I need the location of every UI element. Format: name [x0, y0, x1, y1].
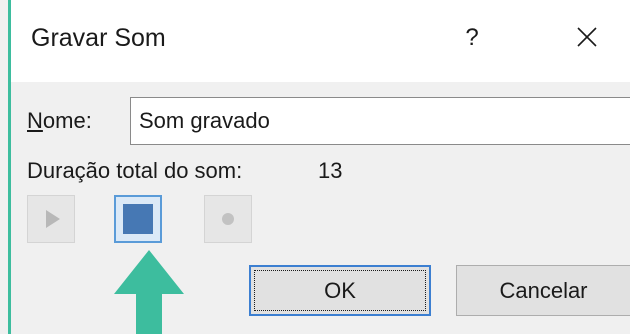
record-button[interactable] — [204, 195, 252, 243]
ok-button[interactable]: OK — [249, 265, 431, 316]
duration-label: Duração total do som: — [27, 158, 243, 183]
stop-icon — [123, 204, 153, 234]
name-label-text: ome: — [42, 108, 92, 133]
cancel-button-label: Cancelar — [499, 277, 588, 303]
close-icon — [577, 27, 597, 47]
title-bar: Gravar Som ? — [11, 0, 630, 82]
name-label: Nome: — [27, 108, 92, 134]
play-icon — [46, 210, 60, 228]
name-label-accesskey: N — [27, 108, 43, 133]
close-button[interactable] — [572, 22, 602, 52]
dialog-title: Gravar Som — [31, 24, 166, 52]
focus-ring — [254, 270, 426, 311]
stop-button[interactable] — [114, 195, 162, 243]
cancel-button[interactable]: Cancelar — [456, 265, 630, 316]
name-input[interactable] — [130, 97, 630, 145]
record-icon — [222, 213, 234, 225]
duration-value: 13 — [318, 158, 343, 183]
record-sound-dialog: Gravar Som ? Nome: Duração total do som:… — [0, 0, 630, 334]
help-button[interactable]: ? — [457, 18, 487, 58]
play-button[interactable] — [27, 195, 75, 243]
highlight-arrow-icon — [114, 250, 184, 334]
